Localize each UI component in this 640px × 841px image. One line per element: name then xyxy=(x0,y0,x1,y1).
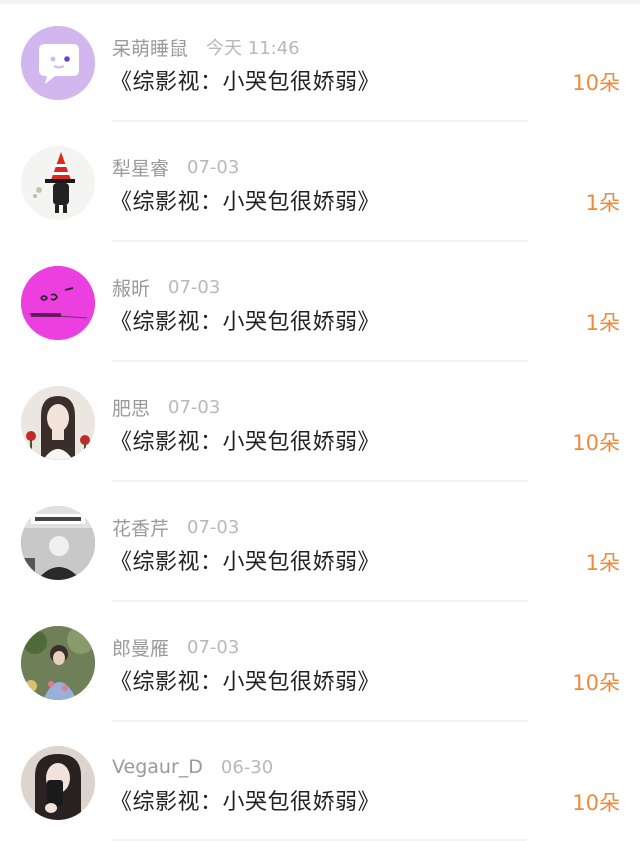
user-name[interactable]: 郎曼雁 xyxy=(112,634,169,661)
name-line: 肥思 07-03 xyxy=(112,394,220,420)
list-item[interactable]: Vegaur_D 06-30 《综影视：小哭包很娇弱》 10朵 xyxy=(0,720,640,841)
timestamp: 07-03 xyxy=(168,396,221,418)
avatar[interactable] xyxy=(21,146,95,220)
flower-count: 1朵 xyxy=(585,311,620,335)
grayscale-photo-icon xyxy=(21,506,95,580)
list-item[interactable]: 花香芹 07-03 《综影视：小哭包很娇弱》 1朵 xyxy=(0,480,640,602)
book-title[interactable]: 《综影视：小哭包很娇弱》 xyxy=(110,544,380,576)
avatar[interactable] xyxy=(21,626,95,700)
user-name[interactable]: Vegaur_D xyxy=(112,756,203,778)
girl-portrait-icon xyxy=(21,386,95,460)
list-item[interactable]: 赧昕 07-03 《综影视：小哭包很娇弱》 1朵 xyxy=(0,240,640,362)
cute-face-icon xyxy=(21,266,95,340)
avatar[interactable] xyxy=(21,506,95,580)
selfie-icon xyxy=(21,746,95,820)
user-name[interactable]: 肥思 xyxy=(112,394,150,421)
timestamp: 07-03 xyxy=(187,516,240,538)
user-name[interactable]: 花香芹 xyxy=(112,514,169,541)
avatar[interactable] xyxy=(21,746,95,820)
flower-count: 1朵 xyxy=(585,191,620,215)
speech-bubble-icon xyxy=(21,26,95,100)
flower-count: 10朵 xyxy=(572,431,620,455)
timestamp: 06-30 xyxy=(220,756,274,778)
book-title[interactable]: 《综影视：小哭包很娇弱》 xyxy=(110,424,380,456)
avatar[interactable] xyxy=(21,266,95,340)
flower-count: 10朵 xyxy=(572,671,620,695)
list-item[interactable]: 犁星睿 07-03 《综影视：小哭包很娇弱》 1朵 xyxy=(0,120,640,242)
garden-photo-icon xyxy=(21,626,95,700)
avatar[interactable] xyxy=(21,386,95,460)
timestamp: 07-03 xyxy=(187,636,240,658)
flower-count: 10朵 xyxy=(572,71,620,95)
name-line: 郎曼雁 07-03 xyxy=(112,634,239,660)
book-title[interactable]: 《综影视：小哭包很娇弱》 xyxy=(110,784,380,816)
timestamp: 07-03 xyxy=(187,156,240,178)
timestamp: 07-03 xyxy=(168,276,221,298)
list-item[interactable]: 郎曼雁 07-03 《综影视：小哭包很娇弱》 10朵 xyxy=(0,600,640,722)
book-title[interactable]: 《综影视：小哭包很娇弱》 xyxy=(110,64,380,96)
flower-count: 1朵 xyxy=(585,551,620,575)
witch-hat-icon xyxy=(21,146,95,220)
book-title[interactable]: 《综影视：小哭包很娇弱》 xyxy=(110,184,380,216)
user-name[interactable]: 赧昕 xyxy=(112,274,150,301)
name-line: 犁星睿 07-03 xyxy=(112,154,239,180)
name-line: Vegaur_D 06-30 xyxy=(112,754,273,780)
book-title[interactable]: 《综影视：小哭包很娇弱》 xyxy=(110,664,380,696)
avatar[interactable] xyxy=(21,26,95,100)
name-line: 花香芹 07-03 xyxy=(112,514,239,540)
flower-count: 10朵 xyxy=(572,791,620,815)
user-name[interactable]: 犁星睿 xyxy=(112,154,169,181)
user-name[interactable]: 呆萌睡鼠 xyxy=(112,34,188,61)
list-item[interactable]: 呆萌睡鼠 今天 11:46 《综影视：小哭包很娇弱》 10朵 xyxy=(0,0,640,122)
book-title[interactable]: 《综影视：小哭包很娇弱》 xyxy=(110,304,380,336)
name-line: 呆萌睡鼠 今天 11:46 xyxy=(112,34,300,60)
name-line: 赧昕 07-03 xyxy=(112,274,220,300)
timestamp: 今天 11:46 xyxy=(206,38,300,59)
list-item[interactable]: 肥思 07-03 《综影视：小哭包很娇弱》 10朵 xyxy=(0,360,640,482)
